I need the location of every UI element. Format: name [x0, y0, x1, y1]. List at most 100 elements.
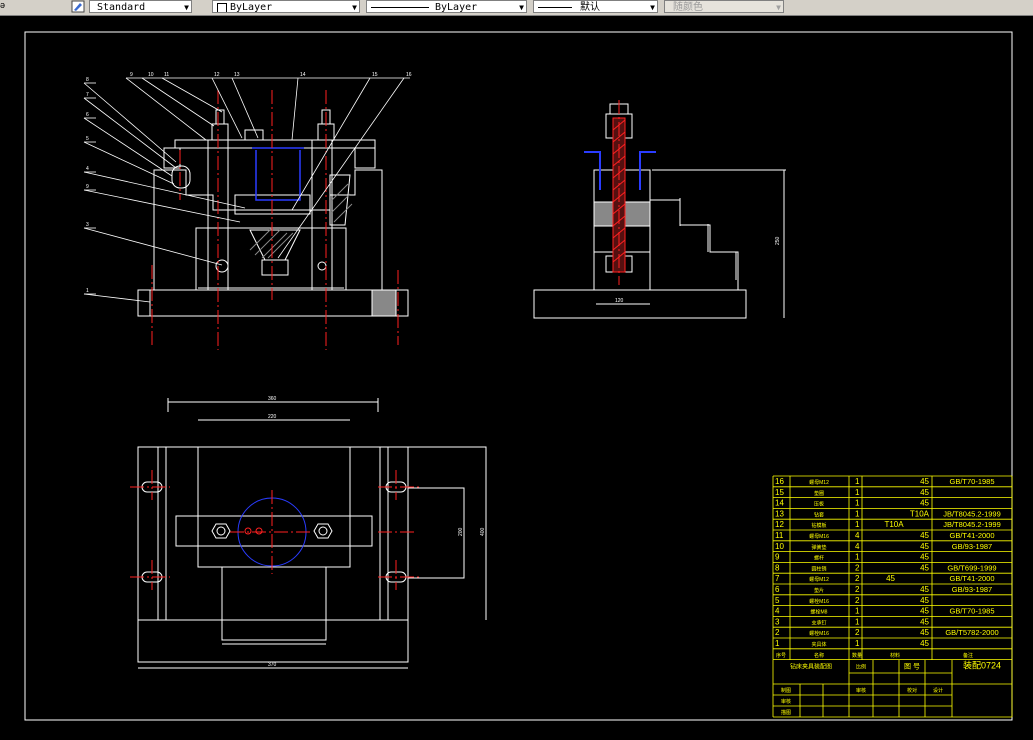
balloon-label: 4: [86, 166, 89, 172]
balloon-label: 1: [86, 288, 89, 294]
bom-no: 6: [775, 585, 780, 594]
bom-standard: JB/T8045.2-1999: [943, 509, 1001, 518]
sheet-label: 图 号: [904, 663, 920, 671]
bom-material: T10A: [884, 520, 904, 529]
bom-qty: 2: [855, 628, 860, 637]
bom-name: 圆柱销: [811, 565, 826, 572]
bom-material: T10A: [910, 509, 930, 518]
bom-name: 垫圈: [814, 490, 824, 497]
lineweight-select[interactable]: 默认 ▼: [533, 0, 658, 13]
title-cell-label: 审核: [856, 687, 866, 694]
plotstyle-select: 随颜色 ▼: [664, 0, 784, 13]
layer-select[interactable]: ByLayer ▼: [212, 0, 360, 13]
bom-material: 45: [920, 596, 929, 605]
bom-material: 45: [920, 607, 929, 616]
balloon-label: 14: [300, 72, 306, 78]
bom-no: 5: [775, 596, 780, 605]
properties-toolbar: ə Standard ▼ ByLayer ▼ ByLayer ▼ 默认 ▼ 随颜…: [0, 0, 1033, 16]
layer-value: ByLayer: [230, 2, 273, 13]
bom-header-std: 备注: [963, 652, 973, 659]
bom-material: 45: [886, 574, 895, 583]
drawing-title: 钻床夹具装配图: [790, 663, 832, 671]
bom-qty: 2: [855, 563, 860, 572]
bom-qty: 1: [855, 488, 860, 497]
bom-name: 螺母M12: [809, 576, 829, 583]
dim-label: 220: [268, 414, 277, 420]
linetype-sample: [371, 7, 429, 8]
bom-qty: 4: [855, 542, 860, 551]
bom-no: 7: [775, 574, 780, 583]
bom-no: 8: [775, 563, 780, 572]
bom-no: 1: [775, 639, 780, 648]
bom-material: 45: [920, 499, 929, 508]
dim-label: 370: [268, 662, 277, 668]
bom-no: 11: [775, 531, 784, 540]
bom-name: 螺栓M16: [809, 598, 829, 605]
bom-material: 45: [920, 628, 929, 637]
title-cell-label: 校对: [907, 687, 917, 694]
bom-no: 2: [775, 628, 780, 637]
balloon-label: 9: [130, 72, 133, 78]
balloon-label: 10: [148, 72, 154, 78]
bom-qty: 1: [855, 617, 860, 626]
bom-qty: 1: [855, 639, 860, 648]
bom-standard: GB/T70-1985: [949, 477, 994, 486]
bom-qty: 2: [855, 596, 860, 605]
bom-material: 45: [920, 639, 929, 648]
bom-no: 14: [775, 499, 784, 508]
balloon-label: 9: [86, 184, 89, 190]
bom-standard: GB/T41-2000: [949, 531, 994, 540]
bom-standard: GB/93-1987: [952, 542, 992, 551]
bom-material: 45: [920, 617, 929, 626]
bom-no: 13: [775, 509, 784, 518]
bom-qty: 2: [855, 585, 860, 594]
bom-standard: GB/T5782-2000: [945, 628, 998, 637]
front-view: [137, 109, 409, 317]
bom-no: 9: [775, 553, 780, 562]
bom-name: 压板: [814, 501, 824, 508]
dim-label: 200: [458, 527, 464, 536]
bom-standard: GB/T41-2000: [949, 574, 994, 583]
bill-of-materials: 16 螺母M12 1 45 GB/T70-198515 垫圈 1 4514 压板 1 4513 钻套 1…: [772, 475, 1013, 718]
dim-label: 400: [480, 527, 486, 536]
toolbar-left-edge: ə: [0, 0, 6, 10]
bom-header-no: 序号: [776, 652, 786, 659]
balloon-label: 6: [86, 112, 89, 118]
linetype-select[interactable]: ByLayer ▼: [366, 0, 527, 13]
bom-qty: 1: [855, 509, 860, 518]
bom-name: 夹具体: [811, 641, 826, 648]
side-view-hatch: [612, 100, 626, 285]
bom-material: 45: [920, 585, 929, 594]
text-style-icon[interactable]: [68, 0, 88, 13]
lineweight-sample: [538, 7, 572, 8]
bom-standard: JB/T8045.2-1999: [943, 520, 1001, 529]
chevron-down-icon: ▼: [184, 3, 189, 12]
bom-no: 15: [775, 488, 784, 497]
bom-no: 12: [775, 520, 784, 529]
drawing-canvas[interactable]: 8 7 6 5 4 9 3 1 9 10 11 12 13 14 15 16 2…: [0, 16, 1033, 740]
bom-name: 钻模板: [811, 522, 826, 529]
chevron-down-icon: ▼: [776, 3, 781, 12]
lineweight-value: 默认: [580, 2, 600, 13]
text-style-select[interactable]: Standard ▼: [89, 0, 192, 13]
bom-name: 螺栓M8: [811, 609, 828, 616]
drawing-number: 装配0724: [963, 660, 1001, 671]
bom-name: 螺栓M16: [809, 630, 829, 637]
bom-qty: 2: [855, 574, 860, 583]
title-cell-label: 描图: [781, 709, 791, 716]
side-view-dim-labels: 250 120: [615, 236, 781, 304]
front-view-centerlines: [151, 90, 399, 350]
bom-no: 3: [775, 617, 780, 626]
title-cell-label: 设计: [933, 687, 943, 694]
dim-label: 120: [615, 298, 624, 304]
bom-qty: 1: [855, 607, 860, 616]
bom-standard: GB/93-1987: [952, 585, 992, 594]
balloon-label: 3: [86, 222, 89, 228]
top-view-centerlines: [130, 470, 420, 590]
bom-name: 弹簧垫: [811, 544, 826, 551]
bom-standard: GB/T699-1999: [947, 563, 996, 572]
balloon-label: 12: [214, 72, 220, 78]
bom-qty: 1: [855, 520, 860, 529]
text-style-value: Standard: [97, 2, 146, 13]
balloon-label: 7: [86, 92, 89, 98]
